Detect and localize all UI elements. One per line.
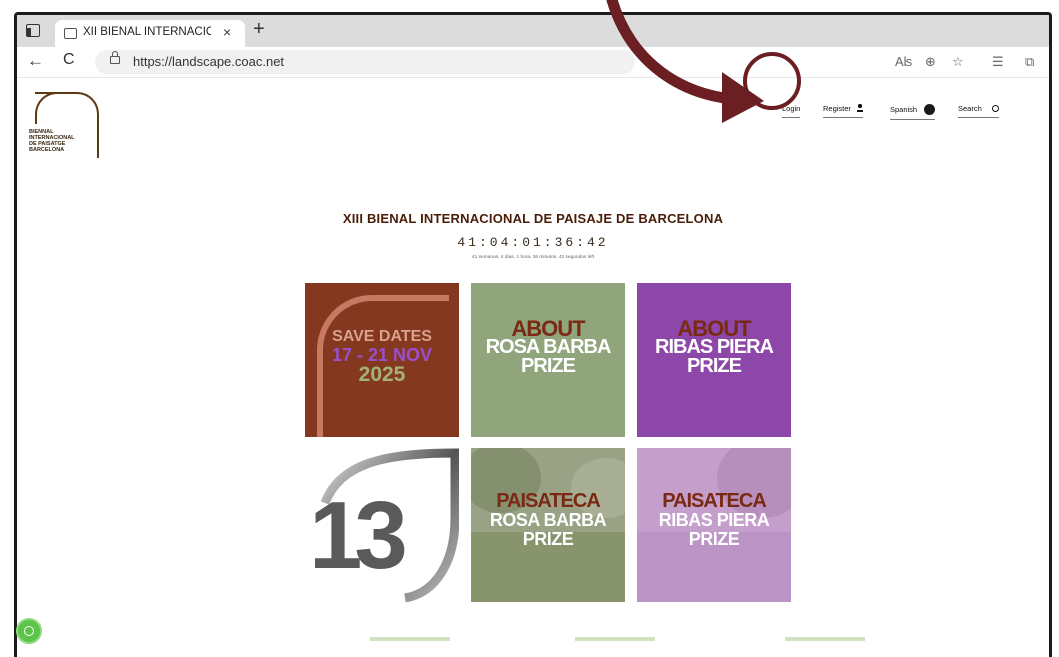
user-icon — [857, 104, 864, 112]
footer-tab[interactable] — [575, 637, 655, 641]
tile-line-1: SAVE DATES — [332, 328, 432, 345]
tile-line-3: PRIZE — [521, 355, 576, 377]
save-dates-tile[interactable]: SAVE DATES 17 - 21 NOV 2025 — [305, 283, 459, 437]
zoom-icon[interactable]: ⊕ — [925, 54, 936, 70]
globe-icon — [924, 104, 936, 115]
add-favorite-icon[interactable]: ☆ — [952, 54, 964, 70]
collections-icon[interactable]: ⧉ — [1025, 54, 1034, 70]
countdown-timer: 41:04:01:36:42 — [457, 235, 609, 250]
tile-line-2: ROSA BARBA — [489, 510, 607, 530]
tile-line-1: PAISATECA — [662, 490, 767, 512]
annotation-circle — [743, 52, 801, 110]
page-content: BIENNAL INTERNACIONAL DE PAISATGE BARCEL… — [17, 78, 1049, 657]
paisateca-ribas-piera-tile[interactable]: PAISATECA RIBAS PIERA PRIZE — [637, 448, 791, 602]
register-label: Register — [823, 104, 851, 113]
edition-13-tile[interactable]: 13 — [305, 448, 459, 602]
tab-actions-icon[interactable] — [26, 24, 40, 37]
footer-tab[interactable] — [370, 637, 450, 641]
search-link[interactable]: Search — [958, 104, 999, 118]
address-toolbar: ← C https://landscape.coac.net Aʪ ⊕ ☆ ☰ … — [17, 47, 1049, 78]
url-text: https://landscape.coac.net — [133, 54, 285, 69]
new-tab-button[interactable]: + — [253, 18, 265, 41]
footer-tab[interactable] — [785, 637, 865, 641]
tile-line-3: PRIZE — [522, 529, 574, 549]
lock-icon — [110, 51, 120, 64]
search-icon — [991, 105, 999, 112]
tile-line-3: PRIZE — [687, 355, 742, 377]
paisateca-rosa-barba-tile[interactable]: PAISATECA ROSA BARBA PRIZE — [471, 448, 625, 602]
tab-title: XII BIENAL INTERNACIONAL DE PAISAJE — [83, 26, 211, 38]
page-title: XIII BIENAL INTERNACIONAL DE PAISAJE DE … — [342, 211, 724, 226]
cookie-icon[interactable] — [16, 618, 42, 644]
browser-window: XII BIENAL INTERNACIONAL DE PAISAJE × + … — [14, 12, 1052, 657]
search-label: Search — [958, 104, 982, 113]
favorites-icon[interactable]: ☰ — [992, 54, 1004, 70]
tab-bar: XII BIENAL INTERNACIONAL DE PAISAJE × + — [17, 15, 1049, 47]
tile-line-3: PRIZE — [688, 529, 740, 549]
page-favicon-icon — [64, 28, 77, 39]
logo-text: BIENNAL INTERNACIONAL DE PAISATGE BARCEL… — [29, 129, 75, 153]
tile-line-1: PAISATECA — [496, 490, 601, 512]
reload-icon[interactable]: C — [63, 51, 75, 69]
site-logo[interactable]: BIENNAL INTERNACIONAL DE PAISATGE BARCEL… — [29, 92, 99, 162]
read-aloud-icon[interactable]: Aʪ — [895, 54, 912, 69]
address-bar[interactable]: https://landscape.coac.net — [95, 50, 635, 74]
tile-line-2: RIBAS PIERA — [658, 510, 770, 530]
countdown-caption: 41 semanas, 4 días, 1 hora, 36 minutos, … — [471, 255, 595, 260]
about-rosa-barba-tile[interactable]: ABOUT ROSA BARBA PRIZE — [471, 283, 625, 437]
about-ribas-piera-tile[interactable]: ABOUT RIBAS PIERA PRIZE — [637, 283, 791, 437]
back-arrow-icon[interactable]: ← — [27, 51, 44, 71]
browser-tab[interactable]: XII BIENAL INTERNACIONAL DE PAISAJE × — [55, 20, 245, 47]
register-link[interactable]: Register — [823, 104, 864, 118]
language-selector[interactable]: Spanish — [890, 104, 936, 120]
tile-line-4: 2025 — [358, 363, 406, 386]
close-tab-icon[interactable]: × — [223, 24, 231, 40]
language-label: Spanish — [890, 105, 918, 114]
edition-number: 13 — [309, 482, 408, 589]
